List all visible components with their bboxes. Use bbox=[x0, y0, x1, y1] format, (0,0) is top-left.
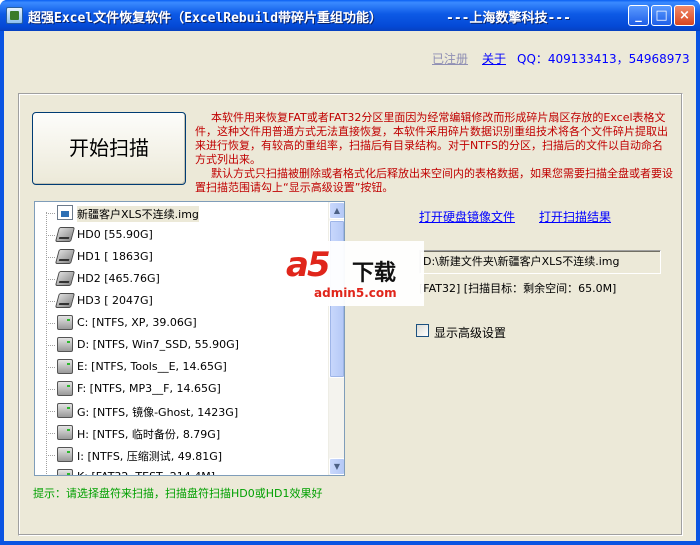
tree-item-label: HD1 [ 1863G] bbox=[77, 250, 153, 263]
qq-contact: QQ：409133413，54968973 bbox=[517, 52, 690, 66]
window-title: 超强Excel文件恢复软件（ExcelRebuild带碎片重组功能） bbox=[28, 11, 383, 26]
registered-label: 已注册 bbox=[432, 52, 469, 66]
drive-icon bbox=[57, 469, 73, 475]
tree-branch-line bbox=[46, 345, 55, 346]
tree-branch-line bbox=[46, 323, 55, 324]
tree-item-label: HD3 [ 2047G] bbox=[77, 294, 153, 307]
image-file-icon bbox=[57, 205, 73, 220]
tree-branch-line bbox=[46, 433, 55, 434]
tree-item[interactable]: C: [NTFS, XP, 39.06G] bbox=[46, 312, 329, 334]
app-icon[interactable] bbox=[6, 7, 23, 24]
hard-disk-icon bbox=[54, 227, 76, 242]
scroll-down-arrow-icon[interactable]: ▼ bbox=[329, 458, 344, 475]
title-bar[interactable]: 超强Excel文件恢复软件（ExcelRebuild带碎片重组功能） ---上海… bbox=[0, 0, 700, 31]
tree-item-label: K: [FAT32, TEST, 214.4M] bbox=[77, 470, 215, 475]
hint-text: 提示：请选择盘符来扫描，扫描盘符扫描HD0或HD1效果好 bbox=[33, 487, 323, 500]
tree-branch-line bbox=[46, 301, 55, 302]
tree-item[interactable]: D: [NTFS, Win7_SSD, 55.90G] bbox=[46, 334, 329, 356]
tree-item-label: C: [NTFS, XP, 39.06G] bbox=[77, 316, 197, 329]
tree-item-label: E: [NTFS, Tools__E, 14.65G] bbox=[77, 360, 227, 373]
drive-icon bbox=[57, 447, 73, 462]
watermark-url: admin5.com bbox=[314, 286, 397, 300]
open-disk-image-link[interactable]: 打开硬盘镜像文件 bbox=[419, 208, 515, 225]
maximize-button[interactable]: □ bbox=[651, 5, 672, 26]
tree-item-label: HD2 [465.76G] bbox=[77, 272, 160, 285]
tree-item[interactable]: 新疆客户XLS不连续.img bbox=[46, 202, 329, 224]
description-text: 本软件用来恢复FAT或者FAT32分区里面因为经常编辑修改而形成碎片扇区存放的E… bbox=[195, 111, 673, 195]
drive-icon bbox=[57, 359, 73, 374]
minimize-button[interactable]: _ bbox=[628, 5, 649, 26]
advanced-settings-label[interactable]: 显示高级设置 bbox=[434, 324, 506, 341]
scroll-up-arrow-icon[interactable]: ▲ bbox=[329, 202, 344, 219]
tree-item[interactable]: H: [NTFS, 临时备份, 8.79G] bbox=[46, 422, 329, 444]
tree-item-label: H: [NTFS, 临时备份, 8.79G] bbox=[77, 428, 221, 441]
tree-item-label: D: [NTFS, Win7_SSD, 55.90G] bbox=[77, 338, 239, 351]
about-link[interactable]: 关于 bbox=[482, 50, 506, 67]
description-paragraph-2: 默认方式只扫描被删除或者格式化后释放出来空间内的表格数据，如果您需要扫描全盘或者… bbox=[195, 167, 673, 194]
window-company: ---上海数擎科技--- bbox=[446, 11, 571, 26]
hard-disk-icon bbox=[54, 271, 76, 286]
hard-disk-icon bbox=[54, 293, 76, 308]
app-window: 超强Excel文件恢复软件（ExcelRebuild带碎片重组功能） ---上海… bbox=[0, 0, 700, 545]
tree-item[interactable]: G: [NTFS, 镜像-Ghost, 1423G] bbox=[46, 400, 329, 422]
drive-icon bbox=[57, 381, 73, 396]
tree-branch-line bbox=[46, 257, 55, 258]
drive-icon bbox=[57, 315, 73, 330]
start-scan-button[interactable]: 开始扫描 bbox=[32, 112, 186, 185]
tree-branch-line bbox=[46, 235, 55, 236]
tree-item-label: HD0 [55.90G] bbox=[77, 228, 153, 241]
drive-icon bbox=[57, 337, 73, 352]
tree-item-label: I: [NTFS, 压缩测试, 49.81G] bbox=[77, 450, 223, 463]
tree-item-label: F: [NTFS, MP3__F, 14.65G] bbox=[77, 382, 221, 395]
tree-item[interactable]: K: [FAT32, TEST, 214.4M] bbox=[46, 466, 329, 475]
description-paragraph-1: 本软件用来恢复FAT或者FAT32分区里面因为经常编辑修改而形成碎片扇区存放的E… bbox=[195, 111, 668, 166]
open-scan-result-link[interactable]: 打开扫描结果 bbox=[539, 208, 611, 225]
tree-branch-line bbox=[46, 367, 55, 368]
tree-branch-line bbox=[46, 389, 55, 390]
client-area: 已注册 关于 QQ：409133413，54968973 开始扫描 本软件用来恢… bbox=[4, 31, 696, 541]
tree-branch-line bbox=[46, 279, 55, 280]
tree-branch-line bbox=[46, 455, 55, 456]
drive-icon bbox=[57, 425, 73, 440]
watermark-text: 下载 bbox=[352, 261, 397, 286]
tree-item-label: G: [NTFS, 镜像-Ghost, 1423G] bbox=[77, 406, 239, 419]
watermark-brand: a5 bbox=[286, 245, 331, 285]
drive-icon bbox=[57, 403, 73, 418]
advanced-settings-checkbox[interactable] bbox=[416, 324, 429, 337]
tree-item[interactable]: I: [NTFS, 压缩测试, 49.81G] bbox=[46, 444, 329, 466]
tree-item[interactable]: E: [NTFS, Tools__E, 14.65G] bbox=[46, 356, 329, 378]
tree-item[interactable]: F: [NTFS, MP3__F, 14.65G] bbox=[46, 378, 329, 400]
close-button[interactable]: × bbox=[674, 5, 695, 26]
hard-disk-icon bbox=[54, 249, 76, 264]
tree-branch-line bbox=[46, 411, 55, 412]
watermark-logo: a5 下载 admin5.com bbox=[284, 241, 424, 306]
image-path-field: D:\新建文件夹\新疆客户XLS不连续.img bbox=[419, 250, 661, 274]
filesystem-info: [FAT32] [扫描目标：剩余空间：65.0M] bbox=[419, 282, 617, 295]
tree-branch-line bbox=[46, 213, 55, 214]
tree-item-label: 新疆客户XLS不连续.img bbox=[77, 206, 199, 222]
